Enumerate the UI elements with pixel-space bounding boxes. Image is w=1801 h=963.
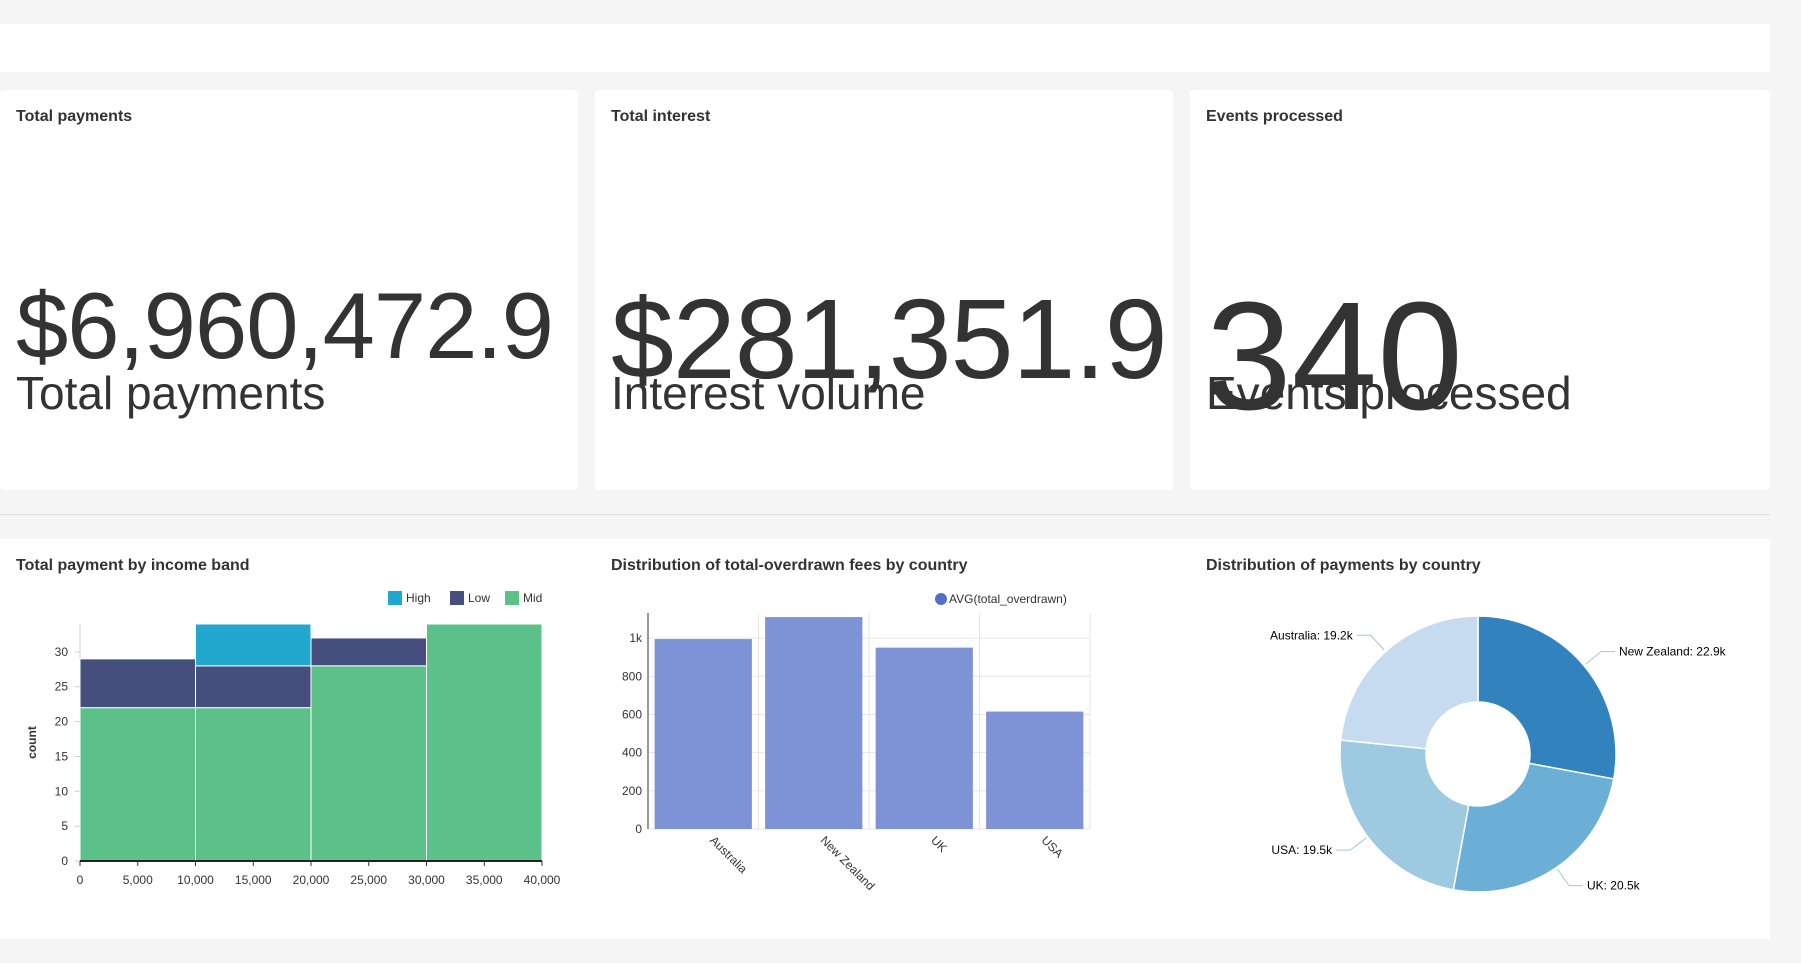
histogram-bar-low — [79, 658, 196, 709]
legend-label: Low — [468, 591, 490, 605]
big-number-subtitle: Total payments — [16, 367, 326, 419]
legend-label: High — [406, 591, 431, 605]
legend-label: Mid — [523, 591, 542, 605]
x-tick-label: 5,000 — [123, 873, 153, 887]
histogram-bar-mid — [79, 707, 196, 862]
y-tick-label: 0 — [635, 822, 642, 836]
x-tick-label: 0 — [77, 873, 84, 887]
histogram-bar-mid — [426, 623, 543, 862]
bar — [654, 639, 752, 829]
donut-slice — [1339, 739, 1470, 891]
header-bar — [0, 24, 1770, 72]
label-leader-line — [1336, 837, 1367, 851]
big-number-subtitle: Events processed — [1206, 367, 1572, 419]
slice-label: USA: 19.5k — [1271, 843, 1333, 857]
payments-donut-chart[interactable]: New Zealand: 22.9k UK: 20.5k USA: 19.5k Aus… — [1190, 539, 1768, 939]
x-tick-label: 15,000 — [235, 873, 272, 887]
y-axis-label: count — [25, 726, 39, 759]
y-tick-label: 10 — [55, 784, 69, 798]
label-leader-line — [1356, 634, 1385, 651]
y-tick-label: 800 — [622, 669, 642, 683]
slice-label: UK: 20.5k — [1587, 879, 1641, 893]
kpi-card-total-payments[interactable]: Total payments $6,960,472.9 Total paymen… — [0, 90, 578, 490]
x-tick-label: 30,000 — [408, 873, 445, 887]
y-tick-label: 25 — [55, 680, 69, 694]
card-title: Total payments — [16, 108, 133, 125]
histogram-bar-low — [195, 665, 312, 709]
x-tick-label: 20,000 — [293, 873, 330, 887]
big-number-subtitle: Interest volume — [611, 367, 926, 419]
label-leader-line — [1585, 651, 1615, 665]
donut-slice — [1452, 762, 1615, 893]
histogram-bar-mid — [310, 665, 427, 862]
y-tick-label: 15 — [55, 749, 69, 763]
income-band-histogram[interactable]: 0 5 10 15 20 25 30 count 0 5,000 10,000 15,000 20,00… — [0, 539, 578, 939]
y-tick-label: 0 — [61, 854, 68, 868]
x-tick-label: 10,000 — [177, 873, 214, 887]
y-tick-label: 200 — [622, 784, 642, 798]
x-tick-label: New Zealand — [818, 833, 878, 893]
kpi-card-total-interest[interactable]: Total interest $281,351.9 Interest volum… — [595, 90, 1173, 490]
legend-swatch-high — [388, 591, 402, 605]
x-tick-label: Australia — [707, 833, 750, 876]
histogram-bar-low — [310, 637, 427, 667]
x-tick-label: 40,000 — [524, 873, 561, 887]
label-leader-line — [1557, 868, 1583, 887]
card-title: Total interest — [611, 108, 711, 125]
legend-label: AVG(total_overdrawn) — [949, 592, 1067, 606]
x-tick-label: UK — [928, 833, 950, 855]
y-tick-label: 400 — [622, 746, 642, 760]
legend-swatch-mid — [505, 591, 519, 605]
x-tick-label: 25,000 — [350, 873, 387, 887]
y-tick-label: 1k — [629, 631, 643, 645]
bar — [765, 617, 863, 829]
slice-label: Australia: 19.2k — [1270, 628, 1354, 642]
overdrawn-fees-bar-chart[interactable]: 0 200 400 600 800 1k Australia New Zealand UK USA… — [595, 539, 1173, 939]
x-tick-label: USA — [1039, 833, 1066, 860]
bar — [875, 647, 973, 829]
y-tick-label: 30 — [55, 645, 69, 659]
y-tick-label: 600 — [622, 707, 642, 721]
donut-slice — [1477, 615, 1617, 780]
legend-swatch-low — [450, 591, 464, 605]
legend-dot — [935, 593, 947, 605]
bar — [986, 711, 1084, 829]
x-tick-label: 35,000 — [466, 873, 503, 887]
chart-row: Total payment by income band Distributio… — [0, 539, 1770, 939]
slice-label: New Zealand: 22.9k — [1619, 645, 1727, 659]
histogram-bar-high — [195, 623, 312, 667]
card-title: Events processed — [1206, 108, 1343, 125]
histogram-bar-mid — [195, 707, 312, 862]
donut-slice — [1339, 615, 1479, 750]
y-tick-label: 5 — [61, 819, 68, 833]
y-tick-label: 20 — [55, 715, 69, 729]
kpi-card-events-processed[interactable]: Events processed 340 Events processed — [1190, 90, 1770, 490]
big-number-value: $6,960,472.9 — [16, 273, 554, 378]
section-divider — [0, 514, 1770, 515]
